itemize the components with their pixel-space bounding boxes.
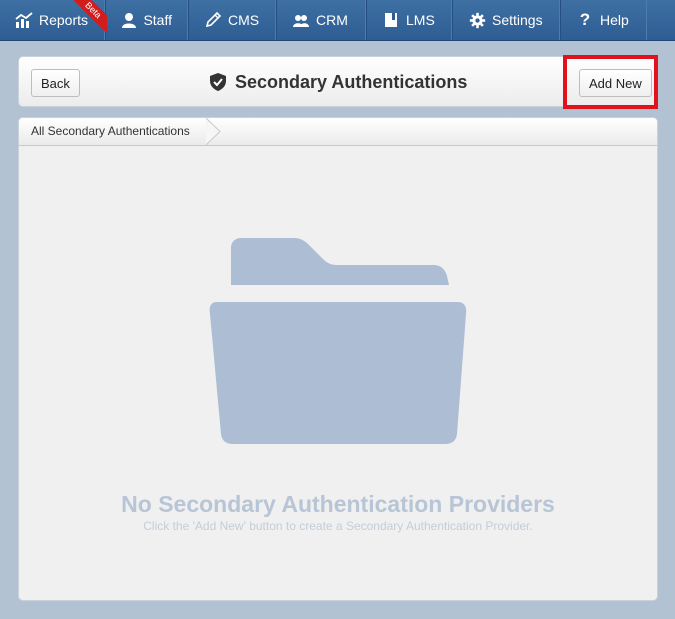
beta-badge: Beta: [73, 0, 107, 32]
gear-icon: [468, 11, 486, 29]
pencil-icon: [204, 11, 222, 29]
folder-icon: [209, 238, 467, 444]
nav-item-label: CRM: [316, 12, 348, 28]
empty-state-subtitle: Click the 'Add New' button to create a S…: [143, 519, 533, 533]
people-icon: [292, 11, 310, 29]
breadcrumb-item[interactable]: All Secondary Authentications: [19, 118, 204, 144]
back-button[interactable]: Back: [31, 69, 80, 97]
person-icon: [121, 11, 137, 29]
empty-state-title: No Secondary Authentication Providers: [121, 491, 555, 517]
nav-item-crm[interactable]: CRM: [277, 0, 367, 40]
book-icon: [382, 11, 400, 29]
page-title: Secondary Authentications: [209, 69, 467, 95]
nav-item-label: Settings: [492, 12, 543, 28]
nav-item-help[interactable]: ? Help: [561, 0, 647, 40]
nav-item-cms[interactable]: CMS: [189, 0, 277, 40]
nav-item-label: CMS: [228, 12, 260, 28]
content-panel: All Secondary Authentications No Seconda…: [18, 117, 658, 601]
question-icon: ?: [579, 10, 591, 29]
top-nav: Reports Beta Staff CMS CRM LMS Settings …: [0, 0, 675, 41]
breadcrumb-arrow: [206, 118, 221, 145]
nav-item-reports[interactable]: Reports Beta: [0, 0, 107, 40]
page-header: Back Secondary Authentications Add New: [18, 56, 658, 107]
add-new-highlight: [563, 55, 658, 109]
nav-item-lms[interactable]: LMS: [367, 0, 453, 40]
nav-item-label: Staff: [143, 12, 172, 28]
shield-check-icon: [209, 72, 227, 92]
chart-icon: [15, 11, 33, 29]
nav-item-label: LMS: [406, 12, 435, 28]
nav-item-settings[interactable]: Settings: [453, 0, 561, 40]
nav-item-label: Help: [600, 12, 629, 28]
nav-item-staff[interactable]: Staff: [106, 0, 189, 40]
breadcrumb-bar: All Secondary Authentications: [19, 118, 657, 146]
breadcrumb-label: All Secondary Authentications: [31, 124, 190, 138]
page-title-text: Secondary Authentications: [235, 71, 468, 92]
